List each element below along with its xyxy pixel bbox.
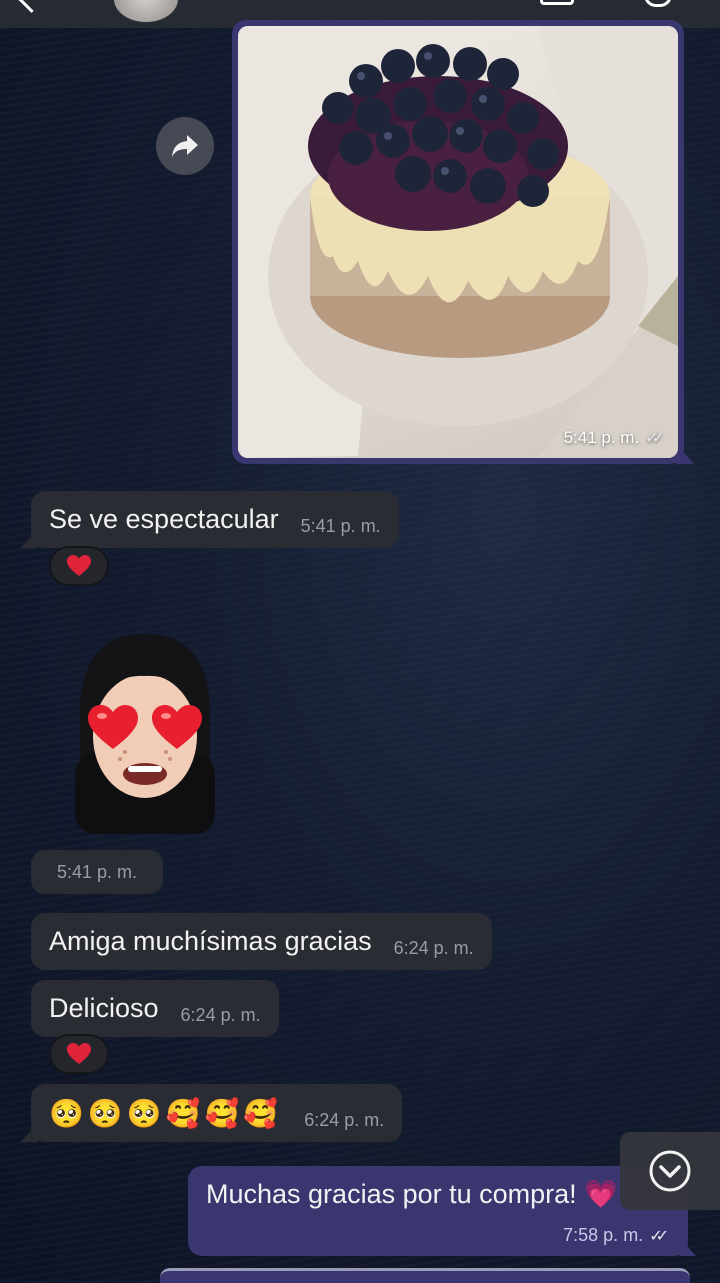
bubble-tail	[676, 444, 694, 464]
message-text: Muchas gracias por tu compra! 💗	[206, 1179, 618, 1209]
message-time: 5:41 p. m.	[56, 861, 138, 882]
chevron-down-circle-icon	[649, 1150, 691, 1192]
forward-arrow-icon	[172, 135, 198, 157]
incoming-message[interactable]: Se ve espectacular 5:41 p. m.	[31, 491, 399, 548]
cake-photo[interactable]: 5:41 p. m. ✓✓	[238, 26, 678, 458]
message-meta: 5:41 p. m. ✓✓	[564, 428, 666, 448]
message-meta: 7:58 p. m. ✓✓	[563, 1225, 670, 1246]
avatar[interactable]	[112, 0, 180, 24]
message-time: 6:24 p. m.	[304, 1109, 385, 1130]
heart-icon	[67, 1043, 91, 1064]
cake-image	[238, 26, 678, 458]
message-time: 7:58 p. m.	[563, 1225, 644, 1245]
sticker-time: 5:41 p. m.	[31, 850, 163, 894]
video-call-icon[interactable]	[540, 0, 574, 5]
incoming-message[interactable]: Delicioso 6:24 p. m.	[31, 980, 279, 1037]
next-message-edge	[160, 1268, 690, 1283]
double-check-icon: ✓✓	[645, 430, 665, 447]
message-text: Se ve espectacular	[49, 504, 279, 534]
chevron-left-icon[interactable]	[18, 0, 45, 13]
message-time: 6:24 p. m.	[180, 1005, 261, 1025]
memoji-sticker[interactable]	[70, 634, 220, 844]
message-time: 5:41 p. m.	[563, 428, 640, 447]
message-text: 🥺🥺🥺🥰🥰🥰	[49, 1097, 283, 1129]
incoming-message[interactable]: 🥺🥺🥺🥰🥰🥰 6:24 p. m.	[31, 1084, 403, 1142]
message-text: Delicioso	[49, 993, 159, 1023]
memoji-heart-eyes-icon	[75, 634, 215, 834]
double-check-icon: ✓✓	[649, 1227, 669, 1245]
forward-button[interactable]	[156, 117, 214, 175]
heart-icon	[67, 555, 91, 576]
incoming-message[interactable]: Amiga muchísimas gracias 6:24 p. m.	[31, 913, 492, 970]
reaction-badge[interactable]	[49, 546, 109, 586]
message-text: Amiga muchísimas gracias	[49, 926, 372, 956]
message-time: 6:24 p. m.	[393, 938, 474, 958]
outgoing-message[interactable]: Muchas gracias por tu compra! 💗 7:58 p. …	[188, 1166, 688, 1256]
phone-call-icon[interactable]	[644, 0, 672, 7]
bubble-tail	[680, 1238, 696, 1256]
message-time: 5:41 p. m.	[300, 516, 381, 536]
scroll-to-bottom-button[interactable]	[620, 1132, 720, 1210]
reaction-badge[interactable]	[49, 1034, 109, 1074]
